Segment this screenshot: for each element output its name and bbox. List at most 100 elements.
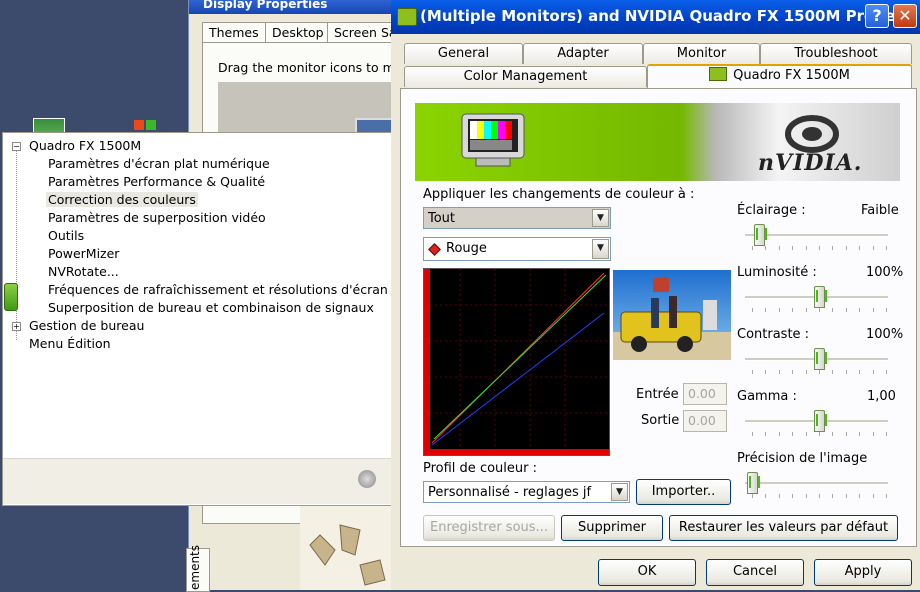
color-curve-graph[interactable] <box>423 268 610 456</box>
red-diamond-icon <box>428 243 441 256</box>
help-button[interactable]: ? <box>865 4 889 28</box>
restore-defaults-button[interactable]: Restaurer les valeurs par défaut <box>669 515 898 541</box>
tree-item[interactable]: NVRotate... <box>48 264 119 279</box>
slider-tick <box>872 432 874 436</box>
tab-adapter[interactable]: Adapter <box>523 43 643 64</box>
ok-button[interactable]: OK <box>598 559 696 586</box>
gamma-slider[interactable] <box>814 410 827 432</box>
preview-photo <box>613 270 731 360</box>
sortie-input[interactable]: 0.00 <box>683 410 727 432</box>
slider-tick <box>832 370 834 374</box>
chevron-down-icon[interactable]: ▼ <box>592 239 609 259</box>
tab-troubleshoot[interactable]: Troubleshoot <box>760 43 912 64</box>
cancel-button[interactable]: Cancel <box>706 559 804 586</box>
profile-select-value: Personnalisé - reglages jf <box>428 485 592 500</box>
slider-tick <box>872 308 874 312</box>
import-button[interactable]: Importer.. <box>636 479 731 505</box>
nvidia-tray-icon[interactable] <box>358 470 376 488</box>
slider-tick <box>819 432 820 436</box>
slider-tick <box>752 494 753 498</box>
tab-monitor[interactable]: Monitor <box>643 43 760 64</box>
tree-item[interactable]: PowerMizer <box>48 246 119 261</box>
tree-item-gestion[interactable]: Gestion de bureau <box>29 318 144 333</box>
slider-tick <box>872 494 874 498</box>
eclairage-slider[interactable] <box>753 224 767 246</box>
slider-tick <box>765 432 767 436</box>
slider-tick <box>872 246 874 250</box>
save-as-button[interactable]: Enregistrer sous... <box>423 515 555 541</box>
nvidia-window-icon <box>397 8 417 26</box>
desktop-wallpaper-preview <box>300 505 391 590</box>
slider-tick <box>792 370 794 374</box>
bg-tab-desktop[interactable]: Desktop <box>265 22 331 43</box>
tree-item[interactable]: Outils <box>48 228 84 243</box>
target-select[interactable]: Tout ▼ <box>423 207 611 229</box>
slider-tick <box>886 432 887 436</box>
luminosite-label: Luminosité : <box>737 265 817 280</box>
tab-quadro-fx[interactable]: Quadro FX 1500M <box>647 64 912 90</box>
slider-tick <box>859 246 861 250</box>
slider-tick <box>805 432 807 436</box>
slider-tick <box>832 308 834 312</box>
entree-input[interactable]: 0.00 <box>683 383 727 405</box>
slider-tick <box>886 370 887 374</box>
tab-color-management[interactable]: Color Management <box>404 66 647 87</box>
contraste-label: Contraste : <box>737 327 810 342</box>
slider-tick <box>805 308 807 312</box>
collapse-icon[interactable]: − <box>12 142 21 151</box>
slider-tick <box>872 370 874 374</box>
profile-label: Profil de couleur : <box>423 461 537 476</box>
slider-tick <box>778 432 780 436</box>
slider-tick <box>845 432 847 436</box>
contraste-slider[interactable] <box>814 348 827 370</box>
slider-tick <box>778 370 780 374</box>
tree-item[interactable]: Fréquences de rafraîchissement et résolu… <box>48 282 388 297</box>
apply-button[interactable]: Apply <box>814 559 912 586</box>
slider-tick <box>819 308 820 312</box>
bg-tab-screensaver[interactable]: Screen Sa <box>327 22 399 43</box>
background-window-title: Display Properties <box>203 0 328 11</box>
luminosite-value: 100% <box>866 265 904 280</box>
slider-tick <box>845 494 847 498</box>
slider-tick <box>819 370 820 374</box>
chevron-down-icon[interactable]: ▼ <box>611 483 628 501</box>
chevron-down-icon[interactable]: ▼ <box>592 209 609 227</box>
precision-track <box>745 482 888 485</box>
blue-curve-line <box>431 312 605 446</box>
expand-icon[interactable]: + <box>12 322 21 331</box>
tree-item[interactable]: Paramètres d'écran plat numérique <box>48 156 270 171</box>
bg-tab-themes[interactable]: Themes <box>202 22 266 43</box>
sidebar-toggle-handle[interactable] <box>4 283 18 311</box>
slider-tick <box>792 494 794 498</box>
precision-slider[interactable] <box>747 472 760 494</box>
tree-item[interactable]: Superposition de bureau et combinaison d… <box>48 300 374 315</box>
slider-tick <box>859 370 861 374</box>
slider-tick <box>832 246 834 250</box>
slider-tick <box>805 246 807 250</box>
slider-tick <box>819 494 820 498</box>
nvidia-logo: nVIDIA. <box>740 108 890 176</box>
gamma-label: Gamma : <box>737 389 797 404</box>
tab-general[interactable]: General <box>404 43 523 64</box>
tree-root-quadro[interactable]: Quadro FX 1500M <box>29 138 141 153</box>
luminosite-slider[interactable] <box>814 286 827 308</box>
delete-button[interactable]: Supprimer <box>561 515 663 541</box>
slider-tick <box>859 308 861 312</box>
tree-item[interactable]: Paramètres de superposition vidéo <box>48 210 266 225</box>
slider-tick <box>778 308 780 312</box>
tree-footer <box>3 458 401 504</box>
tree-item[interactable]: Paramètres Performance & Qualité <box>48 174 265 189</box>
slider-tick <box>752 432 753 436</box>
eclairage-label: Éclairage : <box>737 203 806 218</box>
slider-tick <box>752 246 753 250</box>
tree-item-menu-edition[interactable]: Menu Édition <box>29 336 111 351</box>
dialog-title: (Multiple Monitors) and NVIDIA Quadro FX… <box>420 7 918 25</box>
channel-select[interactable]: Rouge ▼ <box>423 237 611 261</box>
close-button[interactable]: ✕ <box>893 4 917 28</box>
profile-select[interactable]: Personnalisé - reglages jf ▼ <box>423 481 630 503</box>
slider-tick <box>752 308 753 312</box>
slider-tick <box>765 494 767 498</box>
nvidia-tab-icon <box>709 67 728 81</box>
tree-item-selected[interactable]: Correction des couleurs <box>46 192 198 207</box>
nvidia-wordmark: nVIDIA. <box>758 150 863 176</box>
